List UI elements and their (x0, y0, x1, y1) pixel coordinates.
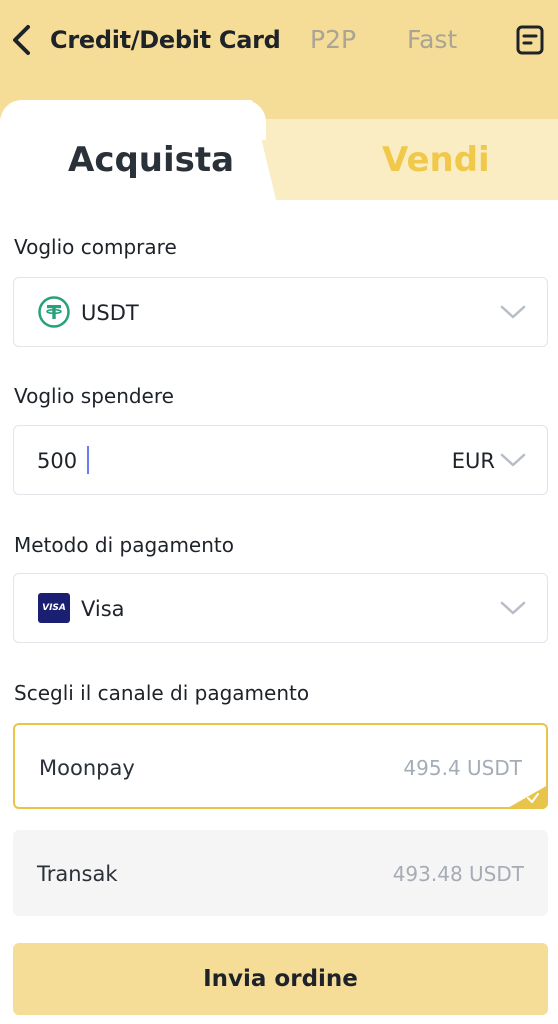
buy-sell-tabs: Acquista Vendi (0, 100, 558, 200)
buy-asset-value: USDT (81, 301, 139, 325)
text-caret (87, 446, 89, 474)
submit-order-button[interactable]: Invia ordine (13, 943, 548, 1015)
tab-credit-debit-card[interactable]: Credit/Debit Card (50, 24, 281, 56)
buy-asset-label: Voglio comprare (14, 235, 177, 259)
orders-button[interactable] (513, 22, 547, 58)
buy-tab-label[interactable]: Acquista (68, 138, 234, 182)
tether-icon (38, 296, 70, 332)
channel-amount: 493.48 USDT (392, 862, 524, 886)
buy-asset-select[interactable]: USDT (13, 277, 548, 347)
buy-tab-corner (230, 100, 266, 140)
tab-fast[interactable]: Fast (407, 24, 457, 56)
payment-method-value: Visa (81, 597, 125, 621)
chevron-left-icon (13, 25, 30, 55)
channel-option-transak[interactable]: Transak 493.48 USDT (13, 830, 548, 916)
check-icon (527, 793, 539, 803)
tab-p2p[interactable]: P2P (310, 24, 356, 56)
currency-select[interactable]: EUR (452, 447, 495, 475)
back-button[interactable] (8, 22, 36, 58)
chevron-down-icon[interactable] (499, 600, 527, 616)
visa-icon: VISA (38, 593, 70, 623)
payment-method-select[interactable]: VISA Visa (13, 573, 548, 643)
sell-tab-label[interactable]: Vendi (382, 138, 490, 182)
spend-amount-input[interactable]: 500 (37, 447, 77, 475)
spend-amount-field[interactable]: 500 EUR (13, 425, 548, 495)
channel-name: Transak (37, 862, 118, 886)
channel-amount: 495.4 USDT (403, 756, 522, 780)
payment-channel-label: Scegli il canale di pagamento (14, 681, 310, 705)
payment-method-label: Metodo di pagamento (14, 533, 234, 557)
spend-amount-label: Voglio spendere (14, 384, 174, 408)
chevron-down-icon[interactable] (499, 452, 527, 468)
order-list-icon (516, 25, 544, 55)
chevron-down-icon[interactable] (499, 304, 527, 320)
channel-name: Moonpay (39, 756, 135, 780)
channel-option-moonpay[interactable]: Moonpay 495.4 USDT (13, 723, 548, 809)
